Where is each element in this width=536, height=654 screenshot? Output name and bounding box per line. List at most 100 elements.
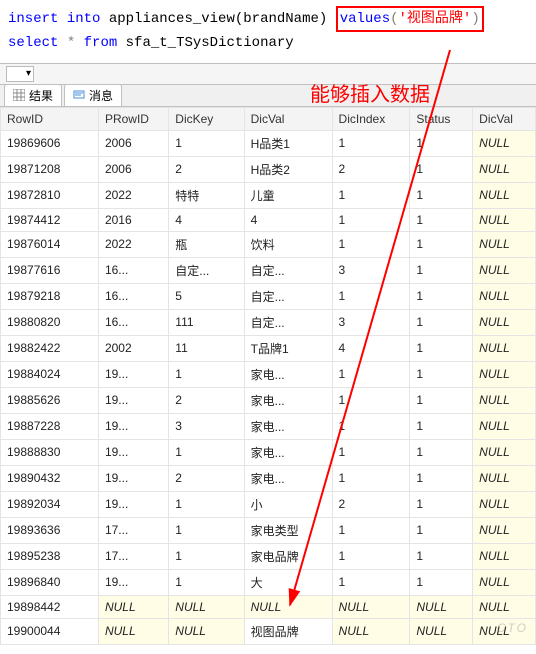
cell[interactable]: 5 — [169, 283, 244, 309]
cell[interactable]: H品类2 — [244, 156, 332, 182]
cell[interactable]: 家电... — [244, 387, 332, 413]
cell[interactable]: 19896840 — [1, 569, 99, 595]
cell[interactable]: 1 — [410, 257, 473, 283]
cell[interactable]: 19898442 — [1, 595, 99, 618]
table-row[interactable]: 1988562619...2家电...11NULL — [1, 387, 536, 413]
cell[interactable]: 1 — [332, 130, 410, 156]
col-header[interactable]: DicVal — [473, 107, 536, 130]
cell[interactable]: 1 — [332, 283, 410, 309]
cell[interactable]: 自定... — [244, 257, 332, 283]
table-row[interactable]: 1989523817...1家电品牌11NULL — [1, 543, 536, 569]
cell[interactable]: 16... — [98, 309, 168, 335]
cell[interactable]: 16... — [98, 283, 168, 309]
cell[interactable]: 1 — [332, 231, 410, 257]
cell[interactable]: 1 — [410, 231, 473, 257]
col-header[interactable]: RowID — [1, 107, 99, 130]
cell[interactable]: 19871208 — [1, 156, 99, 182]
cell[interactable]: 111 — [169, 309, 244, 335]
cell[interactable]: NULL — [473, 517, 536, 543]
cell[interactable]: 1 — [332, 361, 410, 387]
table-row[interactable]: 1989684019...1大11NULL — [1, 569, 536, 595]
cell[interactable]: 2 — [332, 491, 410, 517]
col-header[interactable]: DicVal — [244, 107, 332, 130]
cell[interactable]: NULL — [410, 595, 473, 618]
cell[interactable]: NULL — [332, 595, 410, 618]
cell[interactable]: 1 — [332, 439, 410, 465]
cell[interactable]: 特特 — [169, 182, 244, 208]
col-header[interactable]: PRowID — [98, 107, 168, 130]
cell[interactable]: NULL — [473, 439, 536, 465]
cell[interactable]: NULL — [473, 156, 536, 182]
cell[interactable]: 11 — [169, 335, 244, 361]
cell[interactable]: 1 — [410, 491, 473, 517]
cell[interactable]: 17... — [98, 543, 168, 569]
cell[interactable]: 19877616 — [1, 257, 99, 283]
tab-results[interactable]: 结果 — [4, 84, 62, 106]
cell[interactable]: 自定... — [244, 283, 332, 309]
cell[interactable]: 19874412 — [1, 208, 99, 231]
col-header[interactable]: DicKey — [169, 107, 244, 130]
cell[interactable]: NULL — [473, 387, 536, 413]
cell[interactable]: 1 — [169, 543, 244, 569]
cell[interactable]: 2006 — [98, 156, 168, 182]
cell[interactable]: NULL — [473, 283, 536, 309]
cell[interactable]: 1 — [410, 439, 473, 465]
cell[interactable]: 17... — [98, 517, 168, 543]
cell[interactable]: 1 — [410, 309, 473, 335]
cell[interactable]: 1 — [332, 465, 410, 491]
table-row[interactable]: 1988722819...3家电...11NULL — [1, 413, 536, 439]
cell[interactable]: 19... — [98, 465, 168, 491]
cell[interactable]: 19... — [98, 569, 168, 595]
cell[interactable]: 1 — [332, 517, 410, 543]
cell[interactable]: 19900044 — [1, 618, 99, 644]
cell[interactable]: NULL — [98, 595, 168, 618]
cell[interactable]: 19892034 — [1, 491, 99, 517]
cell[interactable]: 家电品牌 — [244, 543, 332, 569]
cell[interactable]: NULL — [473, 595, 536, 618]
cell[interactable]: 19888830 — [1, 439, 99, 465]
cell[interactable]: NULL — [244, 595, 332, 618]
cell[interactable]: 1 — [410, 208, 473, 231]
cell[interactable]: 饮料 — [244, 231, 332, 257]
cell[interactable]: 19... — [98, 387, 168, 413]
table-row[interactable]: 1987441220164411NULL — [1, 208, 536, 231]
cell[interactable]: 19... — [98, 439, 168, 465]
cell[interactable]: NULL — [169, 595, 244, 618]
cell[interactable]: 19887228 — [1, 413, 99, 439]
table-row[interactable]: 1987761616...自定...自定...31NULL — [1, 257, 536, 283]
cell[interactable]: 家电类型 — [244, 517, 332, 543]
toolbar-combo[interactable]: ▾ — [6, 66, 34, 82]
table-row[interactable]: 19898442NULLNULLNULLNULLNULLNULL — [1, 595, 536, 618]
cell[interactable]: T品牌1 — [244, 335, 332, 361]
cell[interactable]: 2022 — [98, 231, 168, 257]
cell[interactable]: 4 — [169, 208, 244, 231]
cell[interactable]: NULL — [169, 618, 244, 644]
cell[interactable]: 19893636 — [1, 517, 99, 543]
cell[interactable]: 1 — [410, 335, 473, 361]
cell[interactable]: 1 — [332, 569, 410, 595]
cell[interactable]: 1 — [169, 361, 244, 387]
cell[interactable]: NULL — [473, 130, 536, 156]
table-row[interactable]: 19900044NULLNULL视图品牌NULLNULLNULL — [1, 618, 536, 644]
col-header[interactable]: DicIndex — [332, 107, 410, 130]
cell[interactable]: 19876014 — [1, 231, 99, 257]
cell[interactable]: 小 — [244, 491, 332, 517]
cell[interactable]: 1 — [410, 283, 473, 309]
cell[interactable]: 儿童 — [244, 182, 332, 208]
cell[interactable]: 19... — [98, 491, 168, 517]
table-row[interactable]: 198728102022特特儿童11NULL — [1, 182, 536, 208]
cell[interactable]: 19... — [98, 361, 168, 387]
cell[interactable]: NULL — [473, 543, 536, 569]
cell[interactable]: 1 — [332, 387, 410, 413]
cell[interactable]: 2002 — [98, 335, 168, 361]
table-row[interactable]: 1987120820062H品类221NULL — [1, 156, 536, 182]
cell[interactable]: 4 — [332, 335, 410, 361]
sql-editor[interactable]: insert into appliances_view(brandName) v… — [0, 0, 536, 63]
cell[interactable]: 2 — [169, 387, 244, 413]
cell[interactable]: 1 — [169, 517, 244, 543]
cell[interactable]: NULL — [473, 309, 536, 335]
cell[interactable]: 16... — [98, 257, 168, 283]
cell[interactable]: 自定... — [244, 309, 332, 335]
tab-messages[interactable]: 消息 — [64, 84, 122, 106]
table-row[interactable]: 1988883019...1家电...11NULL — [1, 439, 536, 465]
